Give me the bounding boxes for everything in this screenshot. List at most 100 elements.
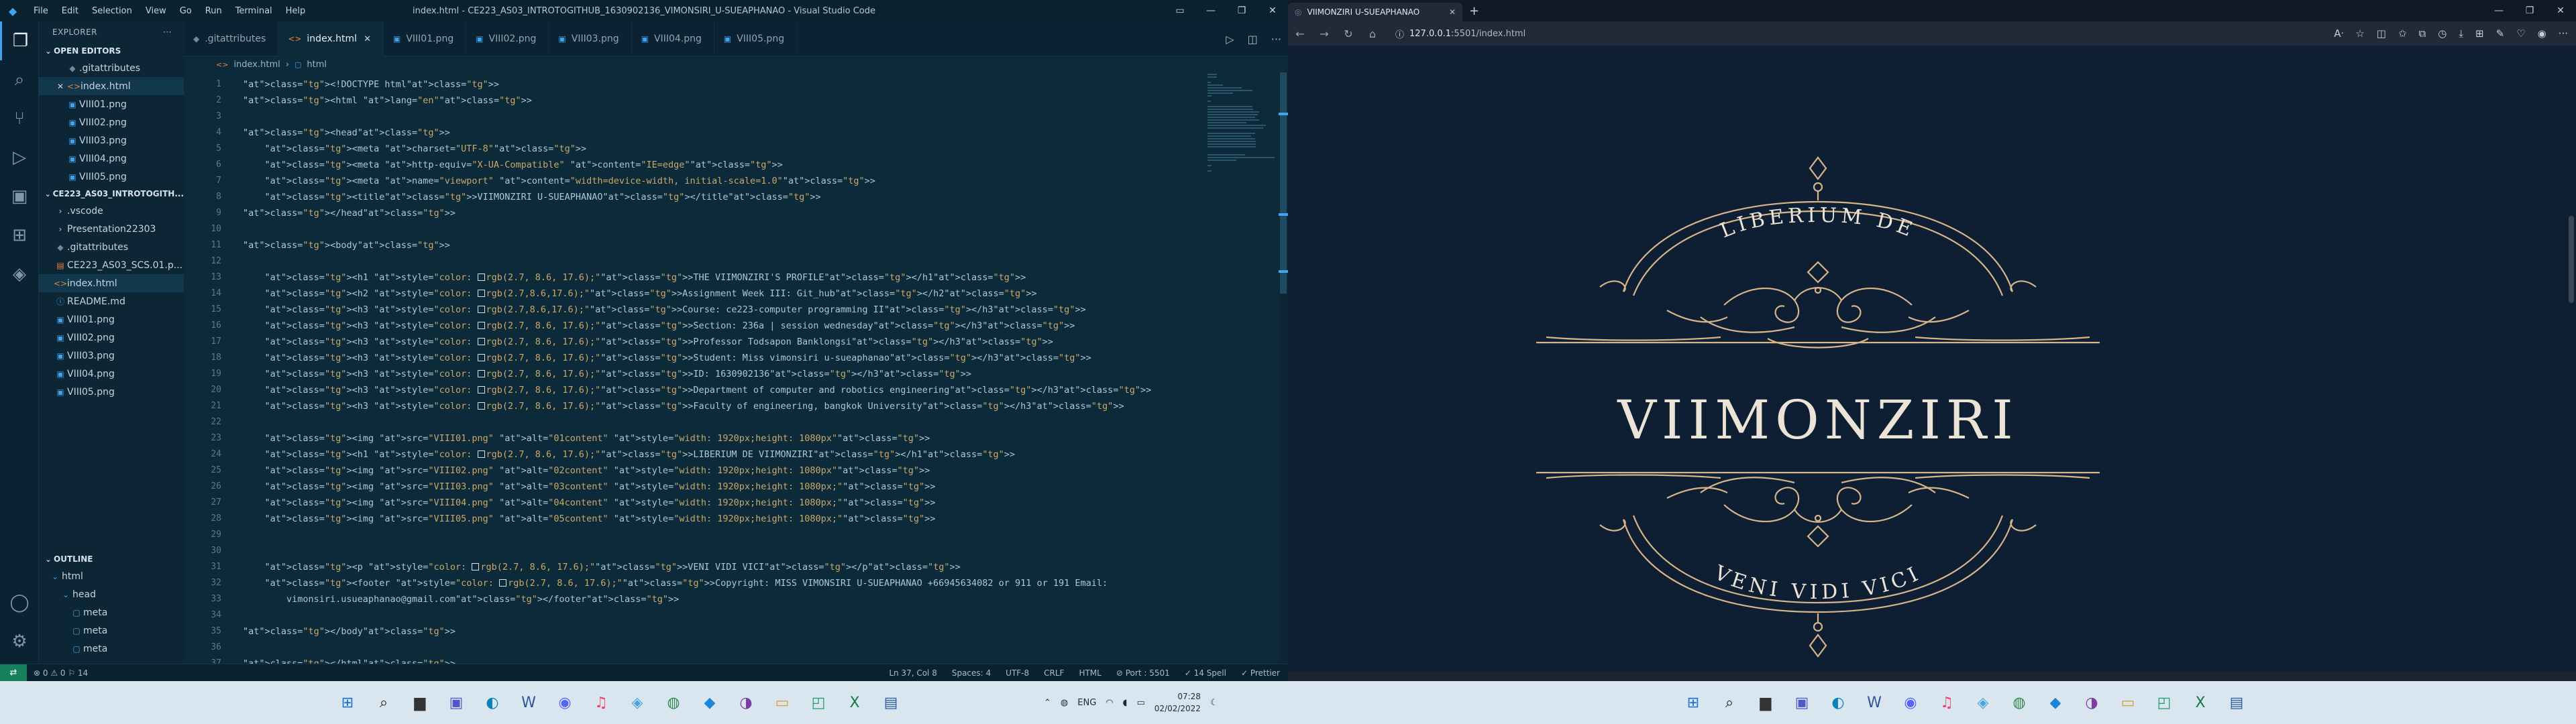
tab-viii04png[interactable]: ▣ VIII04.png [632, 21, 714, 56]
run-icon[interactable]: ▷ [1226, 33, 1234, 46]
code-line[interactable]: "at">class="tg"></head"at">class="tg">> [243, 205, 455, 221]
teams-icon[interactable]: ▣ [1786, 686, 1818, 719]
app2-icon[interactable]: ◰ [2148, 686, 2180, 719]
menu-run[interactable]: Run [199, 6, 229, 16]
downloads-icon[interactable]: ⤓ [2459, 27, 2463, 40]
more-actions-icon[interactable]: ··· [163, 27, 172, 37]
vscode-taskbar-icon[interactable]: ◆ [694, 686, 726, 719]
code-line[interactable]: "at">class="tg"><head"at">class="tg">> [243, 125, 450, 141]
file-tree-item[interactable]: ◆ .gitattributes [39, 238, 184, 256]
menu-edit[interactable]: Edit [55, 6, 85, 16]
discord-icon[interactable]: ◉ [1894, 686, 1927, 719]
extensions-icon[interactable]: ⊞ [0, 216, 39, 255]
more-actions-icon[interactable]: ··· [1271, 33, 1281, 46]
language-indicator[interactable]: ENG [1077, 698, 1096, 708]
clock[interactable]: 07:28 02/02/2022 [1155, 690, 1201, 715]
word-icon[interactable]: W [1858, 686, 1890, 719]
info-icon[interactable]: ⓘ [1395, 27, 1404, 40]
tab-viii02png[interactable]: ▣ VIII02.png [466, 21, 549, 56]
new-tab-button[interactable]: + [1469, 4, 1479, 18]
file-tree-item[interactable]: ▤ CE223_AS03_SCS.01.p... [39, 256, 184, 274]
favorite-star-icon[interactable]: ☆ [2355, 27, 2364, 40]
edge-icon[interactable]: ◐ [476, 686, 508, 719]
tab-gitattributes[interactable]: ◆ .gitattributes [184, 21, 279, 56]
status-item[interactable]: Ln 37, Col 8 [889, 668, 937, 678]
page-horizontal-scrollbar[interactable] [1288, 672, 2576, 681]
file-explorer-icon[interactable]: ▭ [2112, 686, 2144, 719]
open-editor-item[interactable]: ▣ VIII01.png [39, 95, 184, 113]
back-icon[interactable]: ← [1288, 21, 1312, 46]
home-icon[interactable]: ⌂ [1360, 21, 1385, 46]
code-line[interactable]: "at">class="tg"><img "at">src="VIII05.pn… [243, 511, 936, 527]
file-tree-item[interactable]: ▣ VIII05.png [39, 383, 184, 401]
docker-icon[interactable]: ◈ [0, 255, 39, 294]
volume-icon[interactable]: ◖ [1123, 698, 1128, 708]
music-icon[interactable]: ♫ [585, 686, 617, 719]
app-icon[interactable]: ◑ [730, 686, 762, 719]
close-icon[interactable]: ✕ [54, 82, 67, 91]
file-tree-item[interactable]: ⓘ README.md [39, 292, 184, 310]
outline-item[interactable]: ▢ meta [39, 621, 184, 640]
tab-indexhtml[interactable]: <> index.html ✕ [278, 21, 384, 56]
scrollbar-thumb[interactable] [1280, 72, 1287, 294]
remote-app-icon[interactable]: ▤ [2220, 686, 2253, 719]
file-explorer-icon[interactable]: ▭ [766, 686, 798, 719]
outline-section[interactable]: ⌄ OUTLINE [39, 551, 184, 567]
menu-file[interactable]: File [27, 6, 55, 16]
teams-icon[interactable]: ▣ [440, 686, 472, 719]
code-line[interactable]: "at">class="tg"><h3 "at">style="color: r… [243, 350, 1091, 366]
outline-item[interactable]: ⌄ head [39, 585, 184, 603]
code-line[interactable]: "at">class="tg"><h3 "at">style="color: r… [243, 318, 1075, 334]
editor-scrollbar[interactable] [1279, 72, 1288, 664]
split-screen-icon[interactable]: ◫ [2377, 27, 2386, 40]
status-item[interactable]: HTML [1079, 668, 1101, 678]
account-icon[interactable]: ◯ [0, 583, 39, 622]
open-editor-item[interactable]: ▣ VIII02.png [39, 113, 184, 131]
start-windows-icon[interactable]: ⊞ [1677, 686, 1709, 719]
status-item[interactable]: Spaces: 4 [952, 668, 991, 678]
file-tree-item[interactable]: ▣ VIII01.png [39, 310, 184, 328]
remote-explorer-icon[interactable]: ▣ [0, 177, 39, 216]
code-line[interactable]: "at">class="tg"></body"at">class="tg">> [243, 623, 455, 640]
maximize-button[interactable]: ❐ [2514, 0, 2545, 21]
excel-icon[interactable]: X [2184, 686, 2216, 719]
file-tree-item[interactable]: <> index.html [39, 274, 184, 292]
more-icon[interactable]: ··· [2559, 27, 2568, 40]
notification-icon[interactable]: ☾ [1210, 698, 1218, 708]
project-section[interactable]: ⌄ CE223_AS03_INTROTOGITH... [39, 186, 184, 202]
minimize-button[interactable]: — [2483, 0, 2514, 21]
favorites-icon[interactable]: ✩ [2398, 27, 2407, 40]
task-view-icon[interactable]: ▆ [1750, 686, 1782, 719]
search-icon[interactable]: ⌕ [1713, 686, 1746, 719]
app2-icon[interactable]: ◰ [802, 686, 835, 719]
page-scrollbar-thumb[interactable] [2569, 216, 2574, 303]
code-line[interactable]: "at">class="tg"><h3 "at">style="color: r… [243, 366, 971, 382]
file-tree-item[interactable]: › Presentation22303 [39, 220, 184, 238]
code-line[interactable]: "at">class="tg"><meta "at">name="viewpor… [243, 173, 875, 189]
remote-indicator-icon[interactable]: ⇄ [0, 664, 27, 682]
code-line[interactable]: "at">class="tg"><h3 "at">style="color: r… [243, 398, 1124, 414]
start-windows-icon[interactable]: ⊞ [331, 686, 364, 719]
breadcrumb-item[interactable]: html [307, 60, 327, 70]
file-tree-item[interactable]: ▣ VIII04.png [39, 365, 184, 383]
outline-item[interactable]: ▢ meta [39, 640, 184, 658]
tab-viii01png[interactable]: ▣ VIII01.png [384, 21, 467, 56]
open-editors-section[interactable]: ⌄ OPEN EDITORS [39, 43, 184, 59]
code-line[interactable]: "at">class="tg"><p "at">style="color: rg… [243, 559, 961, 575]
breadcrumb-item[interactable]: index.html [233, 60, 280, 70]
explorer-icon[interactable]: ❐ [0, 21, 39, 60]
file-tree-item[interactable]: ▣ VIII02.png [39, 328, 184, 347]
close-button[interactable]: ✕ [2545, 0, 2576, 21]
menu-selection[interactable]: Selection [85, 6, 139, 16]
code-line[interactable]: "at">class="tg"><img "at">src="VIII04.pn… [243, 495, 936, 511]
code-line[interactable]: "at">class="tg"><h3 "at">style="color: r… [243, 302, 1086, 318]
discord-icon[interactable]: ◉ [549, 686, 581, 719]
history-icon[interactable]: ◷ [2438, 27, 2447, 40]
battery-icon[interactable]: ▭ [1136, 698, 1144, 708]
open-editor-item[interactable]: ▣ VIII04.png [39, 149, 184, 168]
code-editor[interactable]: 1 "at">class="tg"><!DOCTYPE html"at">clas… [184, 72, 1288, 669]
code-line[interactable]: "at">class="tg"><!DOCTYPE html"at">class… [243, 76, 499, 93]
chrome-icon[interactable]: ◍ [657, 686, 690, 719]
address-bar[interactable]: ⓘ 127.0.0.1:5501/index.html [1389, 24, 2174, 43]
code-line[interactable]: "at">class="tg"><h3 "at">style="color: r… [243, 334, 1053, 350]
